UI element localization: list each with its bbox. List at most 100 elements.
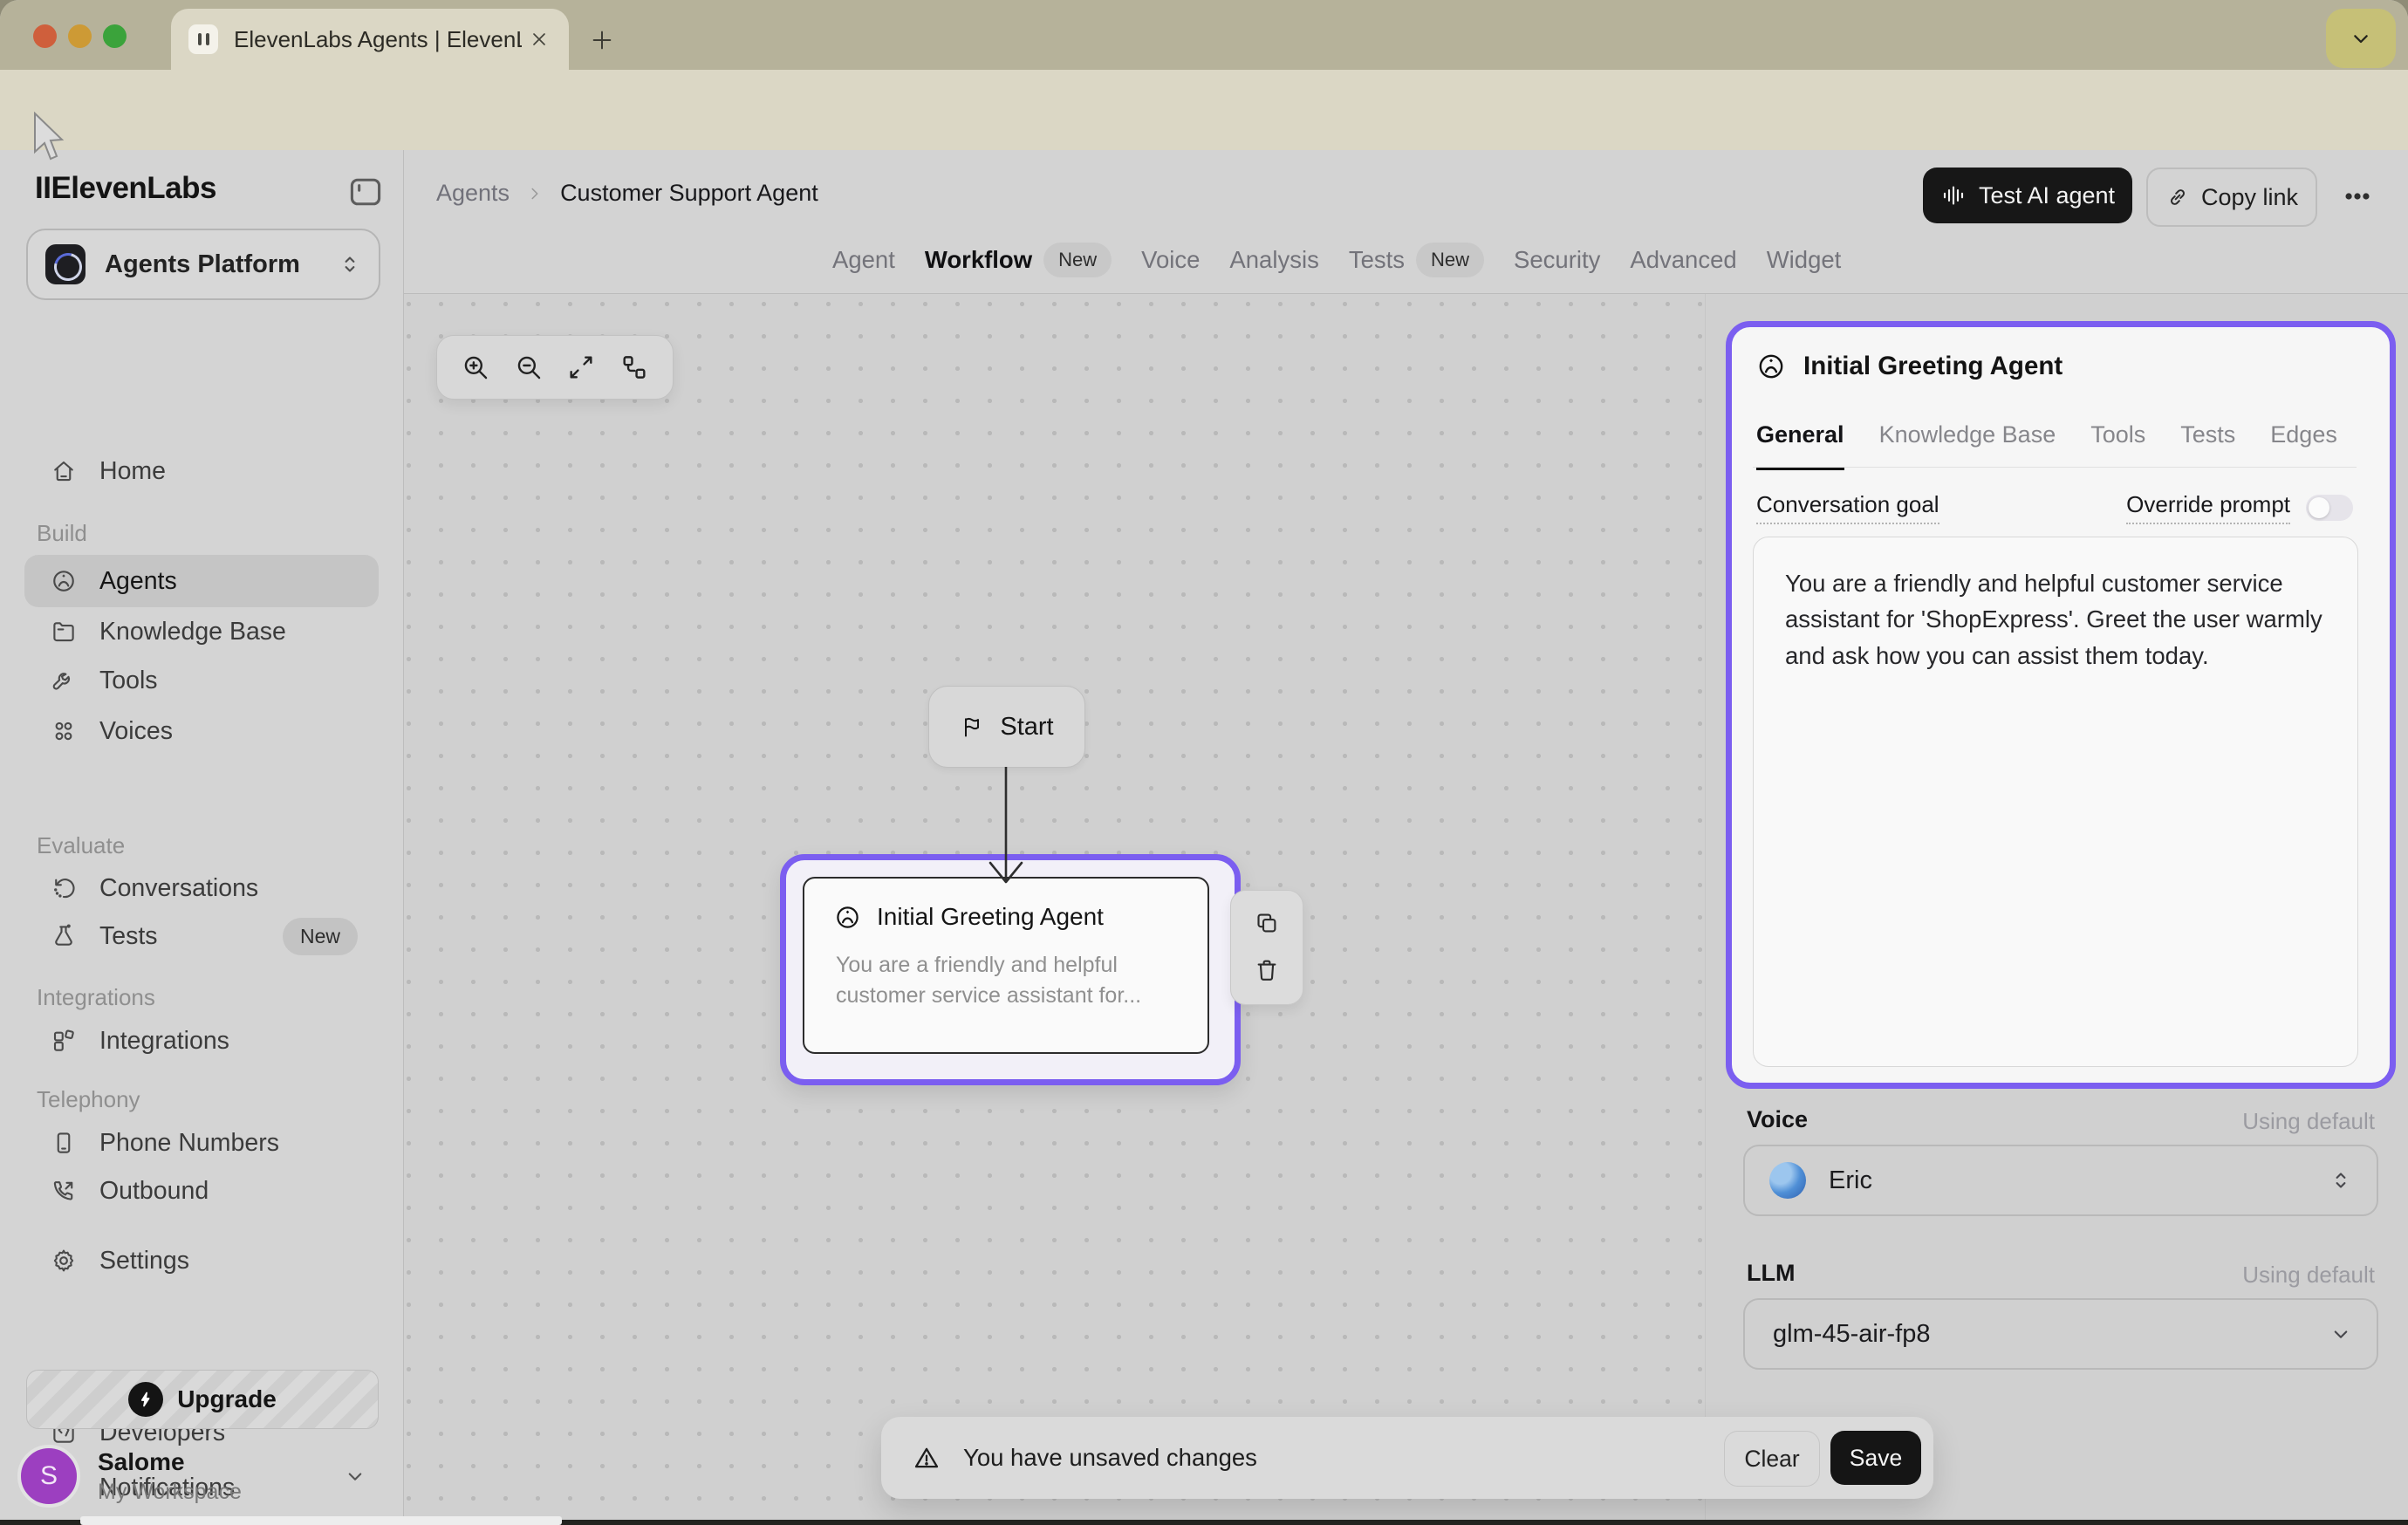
voice-default-note: Using default — [2146, 1108, 2375, 1135]
llm-label: LLM — [1747, 1260, 1795, 1287]
panel-tab-knowledge-base[interactable]: Knowledge Base — [1879, 421, 2056, 470]
start-node[interactable]: Start — [928, 686, 1085, 768]
clear-button[interactable]: Clear — [1724, 1431, 1820, 1487]
voice-select[interactable]: Eric — [1743, 1145, 2378, 1216]
sidebar-section-integrations: Integrations — [37, 984, 155, 1011]
voice-avatar — [1769, 1162, 1806, 1199]
panel-title: Initial Greeting Agent — [1803, 352, 2063, 381]
sidebar-item-label: Conversations — [99, 874, 258, 903]
panel-tab-general[interactable]: General — [1756, 421, 1844, 470]
sidebar-section-build: Build — [37, 520, 87, 547]
test-ai-agent-button[interactable]: Test AI agent — [1923, 168, 2132, 223]
sidebar-item-phone-numbers[interactable]: Phone Numbers — [24, 1117, 379, 1169]
platform-selector-label: Agents Platform — [105, 250, 300, 279]
wrench-icon — [51, 667, 77, 694]
sidebar-item-settings[interactable]: Settings — [24, 1234, 379, 1287]
phone-outbound-icon — [51, 1178, 77, 1204]
minimize-window-button[interactable] — [68, 24, 92, 48]
tab-voice[interactable]: Voice — [1141, 246, 1200, 274]
chevron-down-icon — [342, 1463, 368, 1489]
app-root: IIElevenLabs Agents Platform Home Build … — [0, 150, 2408, 1525]
agent-node[interactable]: Initial Greeting Agent You are a friendl… — [803, 877, 1209, 1054]
folder-icon — [51, 619, 77, 645]
panel-tab-tools[interactable]: Tools — [2090, 421, 2145, 470]
sidebar-item-home[interactable]: Home — [24, 445, 379, 497]
save-button[interactable]: Save — [1830, 1431, 1921, 1485]
tab-advanced[interactable]: Advanced — [1630, 246, 1736, 274]
workspace-name: My Workspace — [98, 1480, 242, 1505]
auto-layout-icon[interactable] — [619, 352, 649, 382]
tab-close-icon[interactable] — [529, 29, 550, 50]
panel-tabs-divider — [1753, 467, 2357, 468]
sidebar-item-label: Agents — [99, 567, 177, 596]
workflow-edge — [945, 765, 1084, 896]
agent-face-icon — [1756, 352, 1786, 381]
agent-inspector-panel: Initial Greeting Agent General Knowledge… — [1726, 321, 2396, 1089]
upgrade-button[interactable]: Upgrade — [26, 1370, 379, 1429]
chevron-updown-icon — [337, 251, 363, 277]
chevron-updown-icon — [2328, 1167, 2354, 1193]
breadcrumb: Agents Customer Support Agent — [436, 180, 818, 207]
tab-title: ElevenLabs Agents | ElevenLa — [234, 26, 522, 53]
sidebar-item-label: Outbound — [99, 1177, 209, 1206]
platform-selector[interactable]: Agents Platform — [26, 229, 380, 300]
mouse-cursor — [30, 112, 70, 168]
tab-security[interactable]: Security — [1514, 246, 1600, 274]
sidebar-item-agents[interactable]: Agents — [24, 555, 379, 607]
tab-media-pause-icon[interactable] — [188, 24, 218, 54]
tab-agent[interactable]: Agent — [832, 246, 895, 274]
zoom-in-icon[interactable] — [461, 352, 490, 382]
conversation-goal-textarea[interactable]: You are a friendly and helpful customer … — [1753, 537, 2358, 1067]
delete-node-icon[interactable] — [1254, 957, 1280, 983]
tab-search-button[interactable] — [2326, 9, 2396, 68]
sidebar-collapse-icon[interactable] — [345, 173, 386, 211]
test-ai-agent-label: Test AI agent — [1979, 182, 2115, 209]
sidebar-item-label: Integrations — [99, 1027, 229, 1056]
override-prompt-toggle[interactable] — [2306, 495, 2353, 521]
agent-nav-tabs: Agent WorkflowNew Voice Analysis TestsNe… — [832, 243, 1841, 277]
agent-face-icon — [51, 568, 77, 594]
zoom-window-button[interactable] — [103, 24, 127, 48]
copy-link-button[interactable]: Copy link — [2146, 168, 2317, 227]
elevenlabs-logo: IIElevenLabs — [35, 171, 216, 206]
sidebar-item-label: Home — [99, 457, 166, 486]
sidebar-item-knowledge-base[interactable]: Knowledge Base — [24, 605, 379, 658]
browser-tab[interactable]: ElevenLabs Agents | ElevenLa — [171, 9, 569, 70]
panel-tabs: General Knowledge Base Tools Tests Edges — [1756, 421, 2337, 470]
sidebar-item-voices[interactable]: Voices — [24, 705, 379, 757]
sidebar-item-tools[interactable]: Tools — [24, 654, 379, 707]
override-prompt-label: Override prompt — [2126, 491, 2290, 524]
panel-tab-tests[interactable]: Tests — [2180, 421, 2235, 470]
agent-face-icon — [834, 904, 861, 931]
sidebar-item-integrations[interactable]: Integrations — [24, 1015, 379, 1067]
workspace-profile[interactable]: S Salome My Workspace — [17, 1440, 386, 1513]
zoom-out-icon[interactable] — [514, 352, 544, 382]
panel-tab-edges[interactable]: Edges — [2270, 421, 2337, 470]
tab-workflow[interactable]: WorkflowNew — [925, 243, 1112, 277]
llm-select[interactable]: glm-45-air-fp8 — [1743, 1298, 2378, 1370]
tab-tests[interactable]: TestsNew — [1349, 243, 1484, 277]
sidebar-item-outbound[interactable]: Outbound — [24, 1165, 379, 1217]
new-tab-button[interactable] — [590, 28, 614, 52]
chevron-down-icon — [2328, 1321, 2354, 1347]
fit-view-icon[interactable] — [566, 352, 596, 382]
sidebar-item-conversations[interactable]: Conversations — [24, 862, 379, 914]
more-options-icon[interactable] — [2338, 181, 2377, 211]
sidebar-item-label: Tools — [99, 667, 158, 695]
bolt-icon — [128, 1382, 163, 1417]
start-node-label: Start — [1000, 713, 1053, 742]
workflow-canvas[interactable]: Start Initial Greeting Agent You are a f… — [404, 294, 1705, 1525]
duplicate-node-icon[interactable] — [1254, 910, 1280, 936]
tab-analysis[interactable]: Analysis — [1229, 246, 1318, 274]
voices-grid-icon — [51, 718, 77, 744]
upgrade-label: Upgrade — [177, 1385, 277, 1413]
sidebar-item-tests[interactable]: Tests New — [24, 910, 379, 962]
link-icon — [2165, 185, 2190, 209]
conversation-goal-label: Conversation goal — [1756, 491, 1939, 524]
sidebar-item-label: Knowledge Base — [99, 618, 286, 646]
llm-value: glm-45-air-fp8 — [1773, 1320, 1931, 1349]
node-title: Initial Greeting Agent — [877, 903, 1104, 931]
tab-widget[interactable]: Widget — [1767, 246, 1842, 274]
breadcrumb-agents[interactable]: Agents — [436, 180, 510, 207]
close-window-button[interactable] — [33, 24, 57, 48]
